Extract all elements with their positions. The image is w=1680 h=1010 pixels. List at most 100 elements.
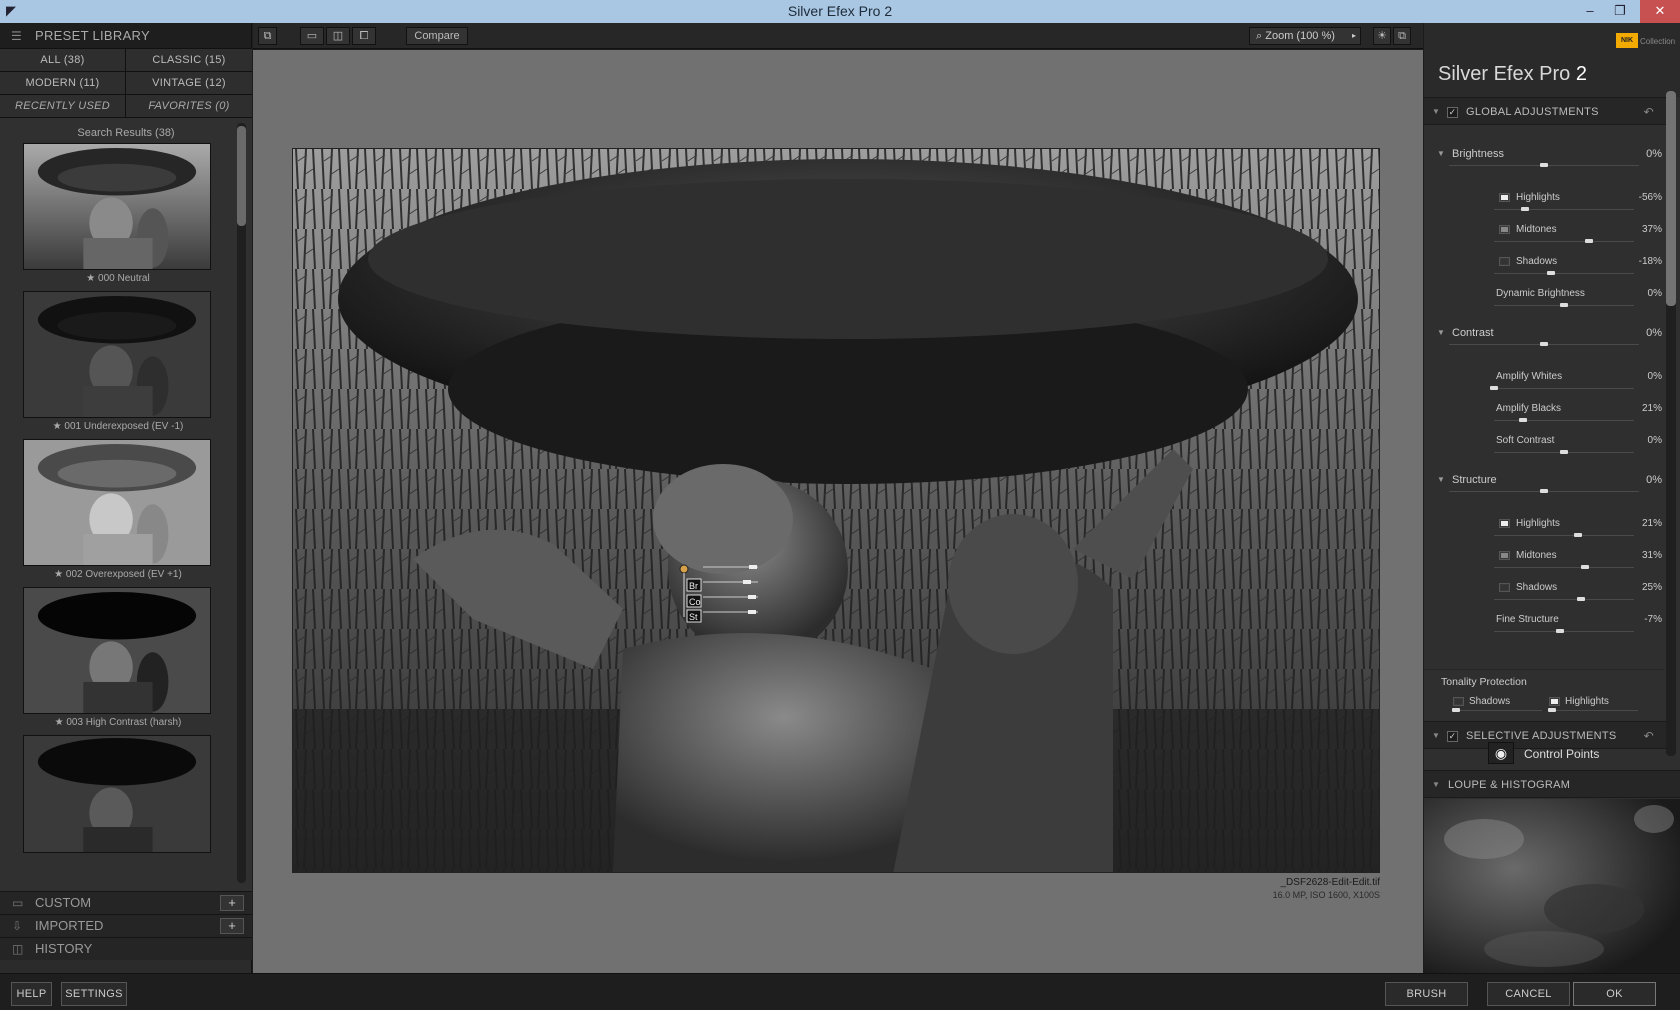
slider-knob[interactable] xyxy=(1560,303,1568,307)
tonality-protection: Tonality Protection Shadows Highlights xyxy=(1424,669,1664,712)
global-enable-checkbox[interactable]: ✓ xyxy=(1447,107,1458,118)
add-custom-button[interactable]: + xyxy=(220,895,244,911)
tp-highlights-knob[interactable] xyxy=(1548,708,1556,712)
slider-knob[interactable] xyxy=(1574,533,1582,537)
ok-button[interactable]: OK xyxy=(1573,982,1656,1006)
category-tabs: ALL (38) CLASSIC (15) MODERN (11) VINTAG… xyxy=(0,49,252,118)
tp-shadows-label[interactable]: Shadows xyxy=(1469,696,1510,707)
add-imported-button[interactable]: + xyxy=(220,918,244,934)
imported-section[interactable]: ⇩ IMPORTED + xyxy=(0,914,252,937)
s-midtones-value: 31% xyxy=(1641,550,1662,561)
background-light-icon[interactable]: ☀ xyxy=(1373,27,1391,45)
contrast-value: 0% xyxy=(1646,327,1662,339)
slider-track[interactable] xyxy=(1494,388,1634,389)
preview-image[interactable]: Br Co St xyxy=(292,148,1380,873)
slider-track[interactable] xyxy=(1494,599,1634,600)
tp-shadows-knob[interactable] xyxy=(1452,708,1460,712)
slider-knob[interactable] xyxy=(1576,597,1585,601)
slider-knob[interactable] xyxy=(1581,565,1589,569)
collapse-triangle-icon[interactable]: ▼ xyxy=(1432,771,1440,799)
preset-scroll-thumb[interactable] xyxy=(237,126,246,226)
menu-lines-icon[interactable]: ☰ xyxy=(11,23,22,49)
slider-knob[interactable] xyxy=(1540,489,1548,493)
global-adjustments-header[interactable]: ▼ ✓ GLOBAL ADJUSTMENTS ↶ xyxy=(1424,97,1666,125)
category-favorites[interactable]: FAVORITES (0) xyxy=(126,95,252,117)
preset-label: ★ 001 Underexposed (EV -1) xyxy=(52,421,184,432)
loupe-histogram-header[interactable]: ▼ LOUPE & HISTOGRAM xyxy=(1424,770,1680,798)
slider-knob[interactable] xyxy=(1520,207,1529,211)
zoom-arrow-icon[interactable]: ▸ xyxy=(1352,28,1356,44)
slider-knob[interactable] xyxy=(1560,450,1568,454)
brush-button[interactable]: BRUSH xyxy=(1385,982,1468,1006)
category-recently-used[interactable]: RECENTLY USED xyxy=(0,95,125,117)
restore-button[interactable]: ❐ xyxy=(1605,0,1635,23)
slider-track[interactable] xyxy=(1494,420,1634,421)
slider-track[interactable] xyxy=(1494,631,1634,632)
preset-thumbnail[interactable] xyxy=(23,143,211,270)
history-label: HISTORY xyxy=(35,941,93,956)
tp-highlights-label[interactable]: Highlights xyxy=(1565,696,1609,707)
single-view-icon[interactable]: ▭ xyxy=(300,27,324,45)
slider-knob[interactable] xyxy=(1540,163,1548,167)
collapse-triangle-icon[interactable]: ▼ xyxy=(1432,98,1440,126)
amplify-whites-value: 0% xyxy=(1647,371,1662,382)
control-points-row[interactable]: ◉ Control Points xyxy=(1424,734,1664,770)
adjustments-scrollbar[interactable] xyxy=(1666,91,1676,756)
slider-knob[interactable] xyxy=(1519,418,1528,422)
category-modern[interactable]: MODERN (11) xyxy=(0,72,125,94)
custom-section[interactable]: ▭ CUSTOM + xyxy=(0,891,252,914)
cancel-button[interactable]: CANCEL xyxy=(1487,982,1570,1006)
preset-thumbnail[interactable] xyxy=(23,291,211,418)
cp-br-label: Br xyxy=(689,581,698,591)
hide-library-icon[interactable]: ⧉ xyxy=(258,27,277,45)
history-icon: ◫ xyxy=(12,942,24,956)
add-control-point-icon[interactable]: ◉ xyxy=(1488,742,1514,764)
expand-triangle-icon[interactable]: ▼ xyxy=(1437,149,1445,158)
b-highlights-label: Highlights xyxy=(1516,192,1560,203)
loupe-histogram-label: LOUPE & HISTOGRAM xyxy=(1448,779,1571,791)
preset-thumbnail[interactable] xyxy=(23,587,211,714)
slider-knob[interactable] xyxy=(1540,342,1548,346)
close-button[interactable]: ✕ xyxy=(1640,0,1680,23)
contrast-label: Contrast xyxy=(1452,327,1494,339)
tp-shadows-slider[interactable] xyxy=(1452,710,1542,711)
reset-icon[interactable]: ↶ xyxy=(1644,98,1654,126)
slider-knob[interactable] xyxy=(1585,239,1594,243)
tp-highlights-swatch-icon xyxy=(1549,697,1560,706)
expand-triangle-icon[interactable]: ▼ xyxy=(1437,328,1445,337)
zoom-control[interactable]: ⌕ Zoom (100 %) ▸ xyxy=(1249,27,1361,45)
category-vintage[interactable]: VINTAGE (12) xyxy=(126,72,252,94)
preset-thumbnail[interactable] xyxy=(23,439,211,566)
help-button[interactable]: HELP xyxy=(11,982,52,1006)
loupe-preview[interactable] xyxy=(1424,799,1680,973)
slider-track[interactable] xyxy=(1494,209,1634,210)
hide-panel-icon[interactable]: ⧉ xyxy=(1393,27,1411,45)
minimize-button[interactable]: – xyxy=(1575,0,1605,23)
slider-knob[interactable] xyxy=(1547,271,1556,275)
split-view-icon[interactable]: ◫ xyxy=(326,27,350,45)
slider-knob[interactable] xyxy=(1555,629,1564,633)
preset-label: ★ 003 High Contrast (harsh) xyxy=(54,717,182,728)
slider-track[interactable] xyxy=(1494,535,1634,536)
tp-highlights-slider[interactable] xyxy=(1548,710,1638,711)
slider-track[interactable] xyxy=(1494,241,1634,242)
settings-button[interactable]: SETTINGS xyxy=(61,982,127,1006)
s-highlights-value: 21% xyxy=(1641,518,1662,529)
category-classic[interactable]: CLASSIC (15) xyxy=(126,49,252,71)
slider-track[interactable] xyxy=(1494,273,1634,274)
preset-thumbnail[interactable] xyxy=(23,735,211,853)
slider-track[interactable] xyxy=(1494,567,1634,568)
compare-button[interactable]: Compare xyxy=(406,27,468,45)
history-section[interactable]: ◫ HISTORY xyxy=(0,937,252,960)
midtones-swatch-icon xyxy=(1499,551,1510,560)
s-shadows-label: Shadows xyxy=(1516,582,1558,593)
view-toolbar: ⧉ ▭ ◫ ⧠ Compare xyxy=(253,23,1423,49)
slider-knob[interactable] xyxy=(1490,386,1498,390)
expand-triangle-icon[interactable]: ▼ xyxy=(1437,475,1445,484)
tonality-label: Tonality Protection xyxy=(1441,676,1527,688)
side-by-side-icon[interactable]: ⧠ xyxy=(352,27,376,45)
structure-value: 0% xyxy=(1646,474,1662,486)
adjustments-scroll-thumb[interactable] xyxy=(1666,91,1676,306)
category-all[interactable]: ALL (38) xyxy=(0,49,125,71)
preset-scrollbar[interactable] xyxy=(237,123,246,883)
